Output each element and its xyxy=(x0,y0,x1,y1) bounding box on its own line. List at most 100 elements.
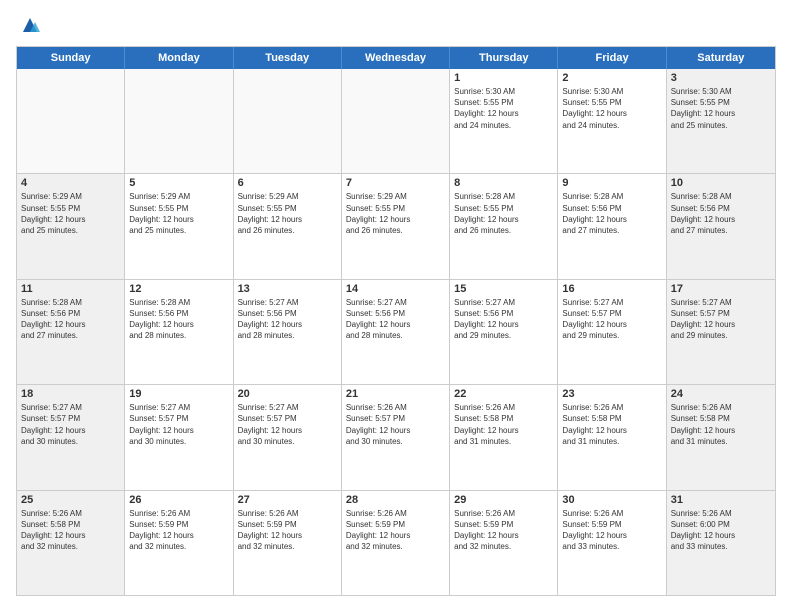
cell-details: Sunrise: 5:27 AM Sunset: 5:56 PM Dayligh… xyxy=(238,297,337,342)
cell-details: Sunrise: 5:28 AM Sunset: 5:56 PM Dayligh… xyxy=(562,191,661,236)
day-number: 23 xyxy=(562,388,661,400)
day-number: 27 xyxy=(238,494,337,506)
calendar-cell-day-4: 4 Sunrise: 5:29 AM Sunset: 5:55 PM Daylig… xyxy=(17,174,125,278)
header xyxy=(16,16,776,36)
calendar-cell-day-22: 22 Sunrise: 5:26 AM Sunset: 5:58 PM Dayli… xyxy=(450,385,558,489)
cell-details: Sunrise: 5:28 AM Sunset: 5:56 PM Dayligh… xyxy=(671,191,771,236)
calendar-cell-day-25: 25 Sunrise: 5:26 AM Sunset: 5:58 PM Dayli… xyxy=(17,491,125,595)
header-thursday: Thursday xyxy=(450,47,558,69)
day-number: 15 xyxy=(454,283,553,295)
day-number: 13 xyxy=(238,283,337,295)
day-number: 3 xyxy=(671,72,771,84)
day-number: 21 xyxy=(346,388,445,400)
cell-details: Sunrise: 5:26 AM Sunset: 5:58 PM Dayligh… xyxy=(21,508,120,553)
cell-details: Sunrise: 5:29 AM Sunset: 5:55 PM Dayligh… xyxy=(346,191,445,236)
cell-details: Sunrise: 5:27 AM Sunset: 5:57 PM Dayligh… xyxy=(129,402,228,447)
calendar-cell-empty xyxy=(17,69,125,173)
calendar-cell-empty xyxy=(342,69,450,173)
calendar-week-row-4: 18 Sunrise: 5:27 AM Sunset: 5:57 PM Dayli… xyxy=(17,385,775,490)
cell-details: Sunrise: 5:26 AM Sunset: 5:58 PM Dayligh… xyxy=(671,402,771,447)
header-friday: Friday xyxy=(558,47,666,69)
day-number: 19 xyxy=(129,388,228,400)
logo xyxy=(16,16,41,36)
calendar: Sunday Monday Tuesday Wednesday Thursday… xyxy=(16,46,776,596)
cell-details: Sunrise: 5:27 AM Sunset: 5:57 PM Dayligh… xyxy=(562,297,661,342)
day-number: 14 xyxy=(346,283,445,295)
cell-details: Sunrise: 5:27 AM Sunset: 5:56 PM Dayligh… xyxy=(346,297,445,342)
day-number: 18 xyxy=(21,388,120,400)
cell-details: Sunrise: 5:26 AM Sunset: 5:59 PM Dayligh… xyxy=(346,508,445,553)
calendar-cell-day-10: 10 Sunrise: 5:28 AM Sunset: 5:56 PM Dayli… xyxy=(667,174,775,278)
calendar-cell-day-23: 23Sunrise: 5:26 AM Sunset: 5:58 PM Dayli… xyxy=(558,385,666,489)
calendar-cell-empty xyxy=(125,69,233,173)
day-number: 9 xyxy=(562,177,661,189)
day-number: 10 xyxy=(671,177,771,189)
day-number: 4 xyxy=(21,177,120,189)
day-number: 28 xyxy=(346,494,445,506)
day-number: 12 xyxy=(129,283,228,295)
calendar-cell-day-16: 16 Sunrise: 5:27 AM Sunset: 5:57 PM Dayli… xyxy=(558,280,666,384)
calendar-cell-day-12: 12 Sunrise: 5:28 AM Sunset: 5:56 PM Dayli… xyxy=(125,280,233,384)
day-number: 30 xyxy=(562,494,661,506)
cell-details: Sunrise: 5:29 AM Sunset: 5:55 PM Dayligh… xyxy=(21,191,120,236)
calendar-cell-day-2: 2 Sunrise: 5:30 AM Sunset: 5:55 PM Daylig… xyxy=(558,69,666,173)
header-wednesday: Wednesday xyxy=(342,47,450,69)
calendar-cell-day-24: 24 Sunrise: 5:26 AM Sunset: 5:58 PM Dayli… xyxy=(667,385,775,489)
calendar-cell-day-18: 18 Sunrise: 5:27 AM Sunset: 5:57 PM Dayli… xyxy=(17,385,125,489)
cell-details: Sunrise: 5:27 AM Sunset: 5:57 PM Dayligh… xyxy=(238,402,337,447)
cell-details: Sunrise: 5:26 AM Sunset: 5:58 PM Dayligh… xyxy=(454,402,553,447)
header-sunday: Sunday xyxy=(17,47,125,69)
calendar-cell-day-11: 11Sunrise: 5:28 AM Sunset: 5:56 PM Dayli… xyxy=(17,280,125,384)
calendar-cell-empty xyxy=(234,69,342,173)
day-number: 17 xyxy=(671,283,771,295)
calendar-cell-day-26: 26Sunrise: 5:26 AM Sunset: 5:59 PM Dayli… xyxy=(125,491,233,595)
cell-details: Sunrise: 5:28 AM Sunset: 5:56 PM Dayligh… xyxy=(21,297,120,342)
page: Sunday Monday Tuesday Wednesday Thursday… xyxy=(0,0,792,612)
calendar-cell-day-9: 9 Sunrise: 5:28 AM Sunset: 5:56 PM Daylig… xyxy=(558,174,666,278)
calendar-week-row-2: 4 Sunrise: 5:29 AM Sunset: 5:55 PM Daylig… xyxy=(17,174,775,279)
day-number: 25 xyxy=(21,494,120,506)
day-number: 20 xyxy=(238,388,337,400)
cell-details: Sunrise: 5:27 AM Sunset: 5:57 PM Dayligh… xyxy=(671,297,771,342)
cell-details: Sunrise: 5:26 AM Sunset: 5:59 PM Dayligh… xyxy=(238,508,337,553)
calendar-cell-day-14: 14 Sunrise: 5:27 AM Sunset: 5:56 PM Dayli… xyxy=(342,280,450,384)
day-number: 5 xyxy=(129,177,228,189)
day-number: 16 xyxy=(562,283,661,295)
calendar-cell-day-31: 31Sunrise: 5:26 AM Sunset: 6:00 PM Dayli… xyxy=(667,491,775,595)
cell-details: Sunrise: 5:30 AM Sunset: 5:55 PM Dayligh… xyxy=(454,86,553,131)
day-number: 1 xyxy=(454,72,553,84)
cell-details: Sunrise: 5:27 AM Sunset: 5:57 PM Dayligh… xyxy=(21,402,120,447)
day-number: 6 xyxy=(238,177,337,189)
calendar-week-row-1: 1 Sunrise: 5:30 AM Sunset: 5:55 PM Daylig… xyxy=(17,69,775,174)
logo-icon xyxy=(19,14,41,36)
calendar-cell-day-1: 1 Sunrise: 5:30 AM Sunset: 5:55 PM Daylig… xyxy=(450,69,558,173)
day-number: 2 xyxy=(562,72,661,84)
calendar-cell-day-6: 6 Sunrise: 5:29 AM Sunset: 5:55 PM Daylig… xyxy=(234,174,342,278)
calendar-cell-day-19: 19 Sunrise: 5:27 AM Sunset: 5:57 PM Dayli… xyxy=(125,385,233,489)
calendar-cell-day-17: 17 Sunrise: 5:27 AM Sunset: 5:57 PM Dayli… xyxy=(667,280,775,384)
header-monday: Monday xyxy=(125,47,233,69)
calendar-cell-day-8: 8 Sunrise: 5:28 AM Sunset: 5:55 PM Daylig… xyxy=(450,174,558,278)
calendar-cell-day-7: 7 Sunrise: 5:29 AM Sunset: 5:55 PM Daylig… xyxy=(342,174,450,278)
day-number: 24 xyxy=(671,388,771,400)
cell-details: Sunrise: 5:29 AM Sunset: 5:55 PM Dayligh… xyxy=(238,191,337,236)
day-number: 22 xyxy=(454,388,553,400)
day-number: 29 xyxy=(454,494,553,506)
cell-details: Sunrise: 5:26 AM Sunset: 5:59 PM Dayligh… xyxy=(454,508,553,553)
calendar-header-row: Sunday Monday Tuesday Wednesday Thursday… xyxy=(17,47,775,69)
cell-details: Sunrise: 5:26 AM Sunset: 5:57 PM Dayligh… xyxy=(346,402,445,447)
cell-details: Sunrise: 5:26 AM Sunset: 6:00 PM Dayligh… xyxy=(671,508,771,553)
day-number: 7 xyxy=(346,177,445,189)
cell-details: Sunrise: 5:28 AM Sunset: 5:55 PM Dayligh… xyxy=(454,191,553,236)
cell-details: Sunrise: 5:26 AM Sunset: 5:59 PM Dayligh… xyxy=(129,508,228,553)
calendar-cell-day-5: 5Sunrise: 5:29 AM Sunset: 5:55 PM Daylig… xyxy=(125,174,233,278)
cell-details: Sunrise: 5:30 AM Sunset: 5:55 PM Dayligh… xyxy=(562,86,661,131)
calendar-cell-day-29: 29 Sunrise: 5:26 AM Sunset: 5:59 PM Dayli… xyxy=(450,491,558,595)
day-number: 8 xyxy=(454,177,553,189)
cell-details: Sunrise: 5:28 AM Sunset: 5:56 PM Dayligh… xyxy=(129,297,228,342)
calendar-cell-day-30: 30Sunrise: 5:26 AM Sunset: 5:59 PM Dayli… xyxy=(558,491,666,595)
calendar-cell-day-21: 21 Sunrise: 5:26 AM Sunset: 5:57 PM Dayli… xyxy=(342,385,450,489)
calendar-cell-day-28: 28 Sunrise: 5:26 AM Sunset: 5:59 PM Dayli… xyxy=(342,491,450,595)
calendar-cell-day-13: 13 Sunrise: 5:27 AM Sunset: 5:56 PM Dayli… xyxy=(234,280,342,384)
calendar-week-row-3: 11Sunrise: 5:28 AM Sunset: 5:56 PM Dayli… xyxy=(17,280,775,385)
